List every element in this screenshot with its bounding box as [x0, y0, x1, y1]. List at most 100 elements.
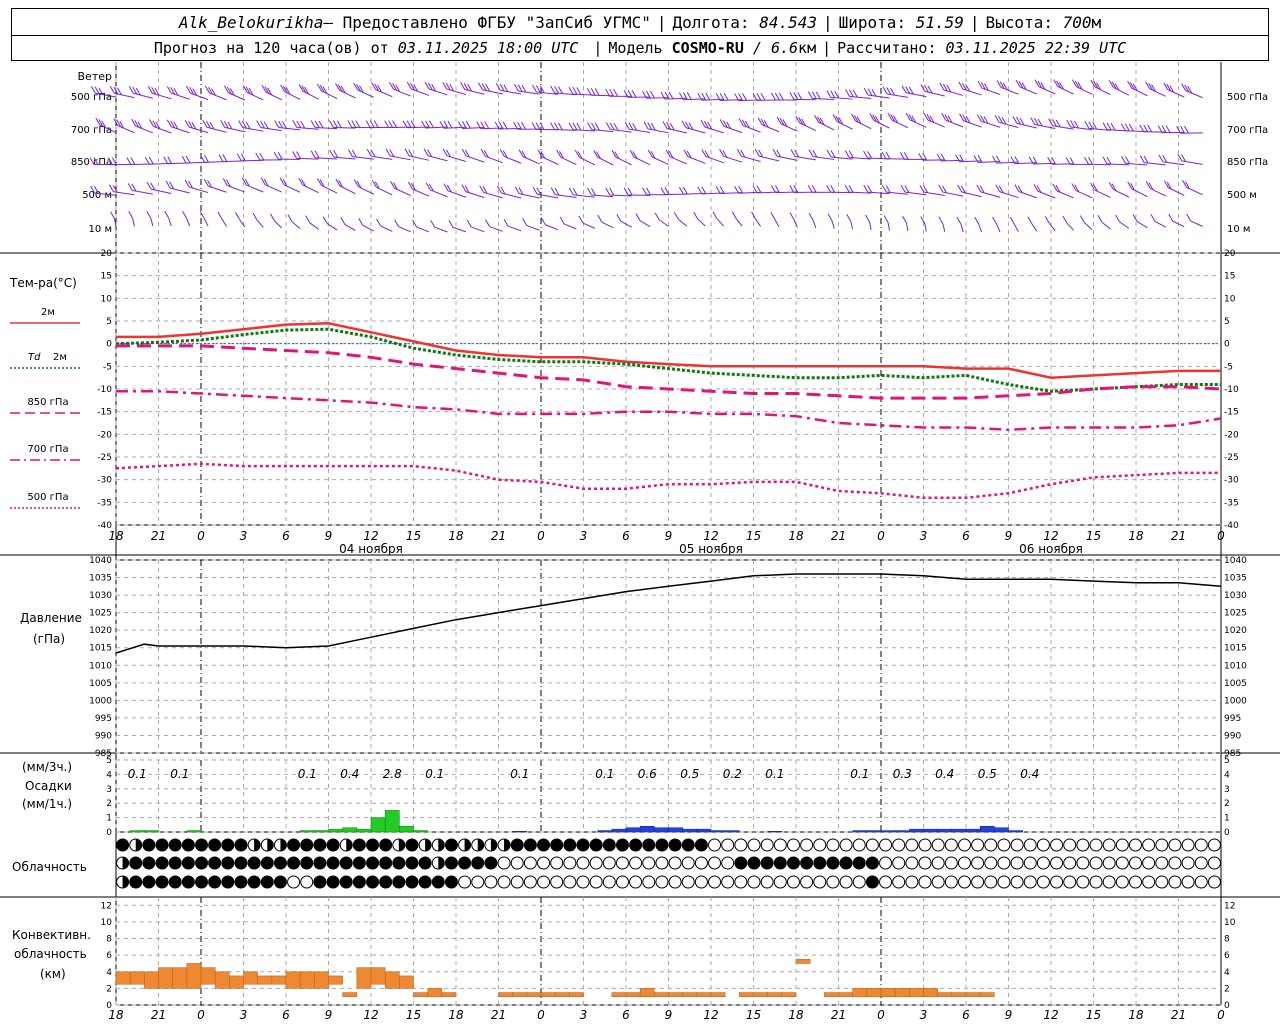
cloud-cover-symbol: [839, 875, 853, 889]
wind-barb-flag: [1053, 79, 1059, 87]
cloud-cover-symbol: [1181, 875, 1195, 889]
precip-3h-label: 0.1: [128, 767, 147, 781]
wind-barb-flag: [182, 210, 187, 219]
snow-bar: [965, 828, 981, 833]
wind-barb: [186, 218, 191, 227]
date-label: 05 ноября: [679, 542, 743, 556]
temp-legend-label: 2м: [53, 352, 67, 363]
pressure-tick-left: 1020: [89, 626, 112, 636]
wind-barb-flag: [558, 86, 563, 94]
wind-barb-flag: [484, 121, 490, 129]
wind-barb-flag: [131, 118, 137, 127]
wind-barb-flag: [163, 156, 169, 164]
wind-barb-flag: [863, 150, 869, 159]
hour-tick-label-bottom: 12: [703, 1008, 718, 1022]
cloud-cover-symbol: [287, 875, 301, 889]
wind-barb-flag: [863, 87, 869, 96]
precip-unit-1h: (мм/1ч.): [22, 797, 72, 811]
wind-barb-flag: [406, 120, 412, 128]
wind-barb: [1154, 220, 1166, 228]
wind-level-label-right: 850 гПа: [1227, 157, 1268, 168]
wind-barb-flag: [774, 185, 780, 193]
hour-tick-label: 18: [108, 529, 124, 543]
snow-bar: [724, 830, 740, 833]
wind-barb-flag: [1027, 216, 1033, 224]
wind-barb-flag: [865, 214, 870, 223]
date-label: 06 ноября: [1019, 542, 1083, 556]
pressure-tick-right: 995: [1224, 714, 1241, 724]
wind-barb-flag: [448, 219, 454, 228]
wind-barb: [639, 220, 651, 228]
cloud-cover-symbol: [852, 856, 866, 870]
wind-barb-flag: [263, 121, 269, 129]
wind-barb-flag: [167, 156, 173, 164]
wind-barb-flag: [535, 122, 541, 130]
wind-barb-flag: [919, 184, 925, 193]
wind-barb-flag: [273, 151, 279, 160]
cloud-cover-symbol: [931, 856, 945, 870]
convective-bar: [965, 992, 981, 997]
cloud-cover-symbol: [221, 875, 235, 889]
cloud-cover-symbol: [550, 875, 564, 889]
wind-barb-flag: [668, 91, 674, 100]
wind-barb-flag: [1120, 123, 1126, 131]
cloud-cover-symbol: [1155, 856, 1169, 870]
cloud-cover-symbol: [668, 838, 682, 852]
wind-barb-flag: [742, 93, 747, 101]
cloud-cover-symbol: [997, 875, 1011, 889]
convective-bar: [158, 967, 173, 989]
cloud-cover-symbol: [734, 838, 748, 852]
hour-tick-label-bottom: 3: [240, 1008, 248, 1022]
wind-barb-flag: [1071, 183, 1077, 191]
wind-barb-flag: [635, 213, 641, 221]
cloud-cover-symbol: [852, 838, 866, 852]
wind-barb-flag: [881, 184, 887, 193]
convective-bar: [852, 988, 868, 997]
cloud-cover-symbol: [537, 856, 551, 870]
cloud-cover-symbol: [694, 838, 708, 852]
wind-barb-flag: [1127, 181, 1133, 190]
cloud-cover-symbol: [576, 856, 590, 870]
hour-tick-label: 9: [665, 529, 673, 543]
wind-barb-flag: [611, 149, 617, 158]
wind-barb-flag: [793, 92, 799, 100]
wind-barb-flag: [812, 149, 818, 158]
precip-3h-label: 0.6: [638, 767, 657, 781]
hour-tick-label-bottom: 9: [325, 1008, 333, 1022]
rain-bar: [144, 830, 159, 833]
wind-barb: [274, 220, 283, 229]
snow-bar: [1008, 830, 1023, 833]
cloud-cover-symbol: [1089, 838, 1103, 852]
cloud-cover-symbol: [181, 838, 195, 852]
wind-barb: [380, 225, 393, 232]
cloud-cover-symbol: [1194, 856, 1208, 870]
cloud-cover-symbol: [563, 875, 577, 889]
wind-barb-flag: [557, 122, 563, 131]
wind-barb: [1190, 220, 1203, 227]
cloud-cover-symbol: [944, 856, 958, 870]
cloud-cover-symbol: [168, 875, 182, 889]
wind-barb-flag: [1079, 215, 1085, 223]
temp-tick-right: 15: [1224, 272, 1235, 282]
wind-barb-flag: [279, 177, 285, 186]
wind-barb: [398, 226, 411, 233]
wind-barb-flag: [1088, 157, 1093, 165]
wind-barb-flag: [148, 156, 154, 165]
wind-barb: [545, 224, 559, 231]
wind-barb-flag: [905, 112, 911, 121]
convective-bar: [314, 971, 329, 989]
wind-barb: [352, 156, 374, 160]
precip-tick-right: 3: [1224, 785, 1230, 795]
cloud-cover-symbol: [576, 875, 590, 889]
wind-barb-flag: [502, 121, 508, 130]
wind-level-label-right: 500 гПа: [1227, 92, 1268, 103]
precip-3h-label: 0.1: [425, 767, 444, 781]
cloud-cover-symbol: [379, 856, 393, 870]
precip-3h-label: 0.5: [680, 767, 699, 781]
cloud-cover-symbol: [957, 838, 971, 852]
cloud-cover-symbol: [708, 875, 722, 889]
cloud-cover-symbol: [300, 875, 314, 889]
convective-bar: [824, 992, 839, 997]
wind-barb: [291, 221, 301, 230]
wind-barb: [260, 127, 282, 132]
